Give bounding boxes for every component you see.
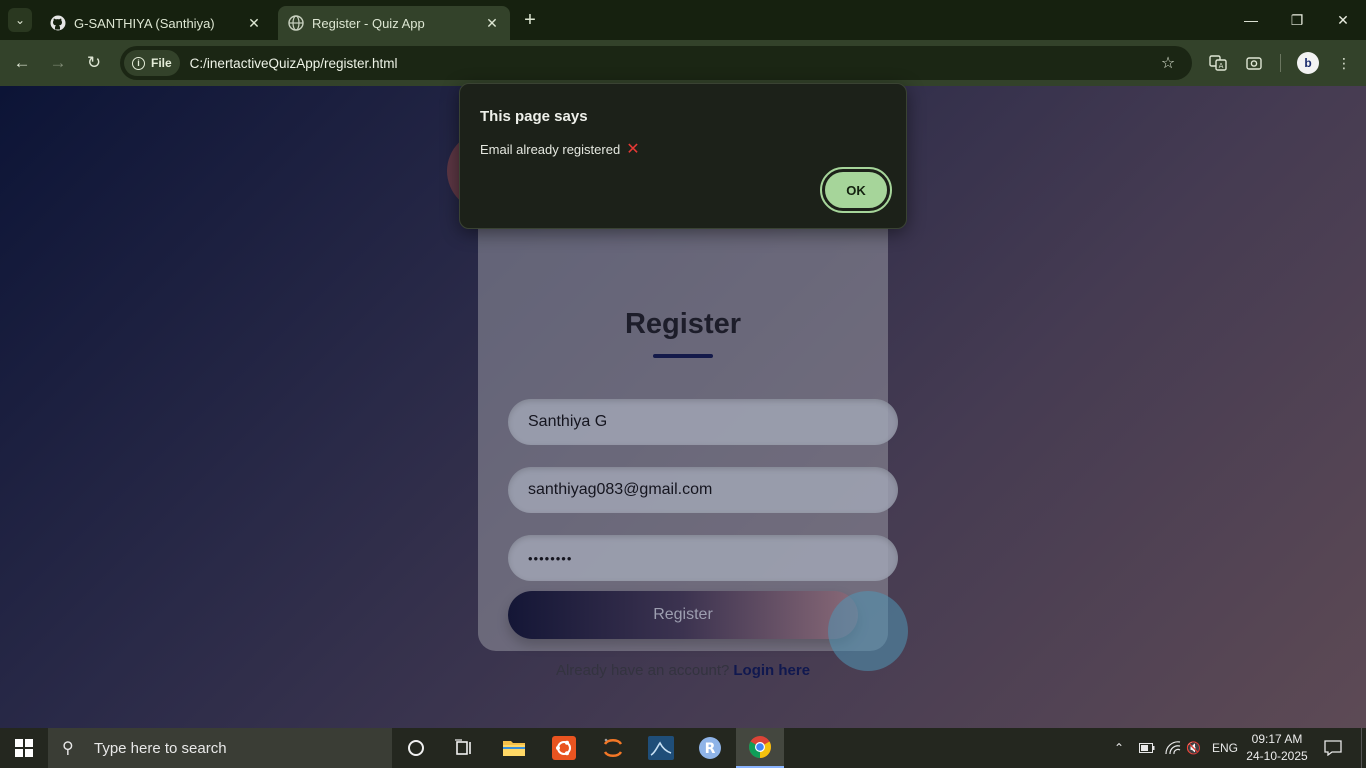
svg-text:A: A [1219,62,1224,70]
bookmark-star-icon[interactable]: ☆ [1156,53,1180,73]
globe-icon [288,15,304,31]
profile-avatar[interactable]: b [1297,52,1319,74]
tab-title: G-SANTHIYA (Santhiya) [74,15,215,31]
screenshot-icon[interactable] [1243,52,1265,74]
url-text[interactable]: C:/inertactiveQuizApp/register.html [190,56,1156,71]
kebab-menu-icon[interactable]: ⋮ [1333,52,1355,74]
login-link[interactable]: Login here [733,662,810,679]
taskbar-search[interactable]: ⚲ Type here to search [48,728,392,768]
search-placeholder: Type here to search [94,739,227,757]
new-tab-button[interactable]: + [518,9,542,33]
decorative-blob [828,591,908,671]
tab-register[interactable]: Register - Quiz App ✕ [278,6,510,40]
minimize-icon[interactable]: — [1228,6,1274,34]
jupyter-icon[interactable] [589,728,637,768]
r-icon[interactable]: R [686,728,734,768]
svg-text:R: R [705,741,716,757]
github-icon [50,15,66,31]
page-title: Register [624,308,742,340]
speaker-muted-icon[interactable]: 🔇 [1186,728,1201,768]
info-icon: i [132,56,145,70]
show-hidden-icons-chevron[interactable]: ⌃ [1114,728,1124,768]
search-icon: ⚲ [62,740,74,757]
address-bar[interactable]: i File C:/inertactiveQuizApp/register.ht… [120,46,1192,80]
forward-arrow-icon[interactable]: → [46,51,70,75]
show-desktop-button[interactable] [1361,728,1366,768]
mysql-workbench-icon[interactable] [637,728,685,768]
tab-github[interactable]: G-SANTHIYA (Santhiya) ✕ [40,6,272,40]
battery-icon[interactable] [1139,728,1155,768]
register-card: Register Santhiya G santhiyag083@gmail.c… [478,171,898,679]
red-cross-icon: ✕ [626,141,640,158]
account-prompt: Already have an account? Login here [478,662,888,679]
cortana-icon[interactable] [392,728,440,768]
close-icon[interactable]: ✕ [484,15,500,31]
language-indicator[interactable]: ENG [1212,728,1238,768]
window-close-icon[interactable]: ✕ [1320,6,1366,34]
task-view-icon[interactable] [440,728,488,768]
ubuntu-icon[interactable] [540,728,588,768]
browser-toolbar: ← → ↻ i File C:/inertactiveQuizApp/regis… [0,40,1366,86]
title-underline [653,354,713,358]
alert-dialog: This page says Email already registered … [459,83,907,229]
email-input[interactable]: santhiyag083@gmail.com [508,467,898,513]
name-input[interactable]: Santhiya G [508,399,898,445]
close-icon[interactable]: ✕ [246,15,262,31]
tab-title: Register - Quiz App [312,15,425,31]
account-prompt-text: Already have an account? [555,662,730,679]
dialog-title: This page says [480,108,588,125]
dialog-message: Email already registered ✕ [480,139,640,159]
chrome-icon[interactable] [736,728,784,768]
ok-button[interactable]: OK [820,167,892,213]
clock-date: 24-10-2025 [1246,749,1308,763]
tab-strip: ⌄ G-SANTHIYA (Santhiya) ✕ Register - Qui… [0,0,1366,40]
site-info-chip[interactable]: i File [124,50,180,76]
file-explorer-icon[interactable] [490,728,538,768]
toolbar-separator [1280,54,1281,72]
wifi-icon[interactable] [1165,728,1181,768]
dialog-message-text: Email already registered [480,141,621,157]
register-button[interactable]: Register [508,591,858,639]
reload-icon[interactable]: ↻ [82,51,106,75]
chip-label: File [151,56,172,70]
restore-icon[interactable]: ❐ [1274,6,1320,34]
clock[interactable]: 09:17 AM 24-10-2025 [1244,731,1310,765]
notifications-icon[interactable] [1324,728,1342,768]
translate-icon[interactable]: A [1207,52,1229,74]
windows-start-icon[interactable] [0,728,48,768]
clock-time: 09:17 AM [1251,732,1303,746]
back-arrow-icon[interactable]: ← [10,51,34,75]
taskbar: ⚲ Type here to search R ⌃ 🔇 ENG 09:17 AM… [0,728,1366,768]
password-input[interactable]: •••••••• [508,535,898,581]
tab-search-chevron-icon[interactable]: ⌄ [8,8,32,32]
